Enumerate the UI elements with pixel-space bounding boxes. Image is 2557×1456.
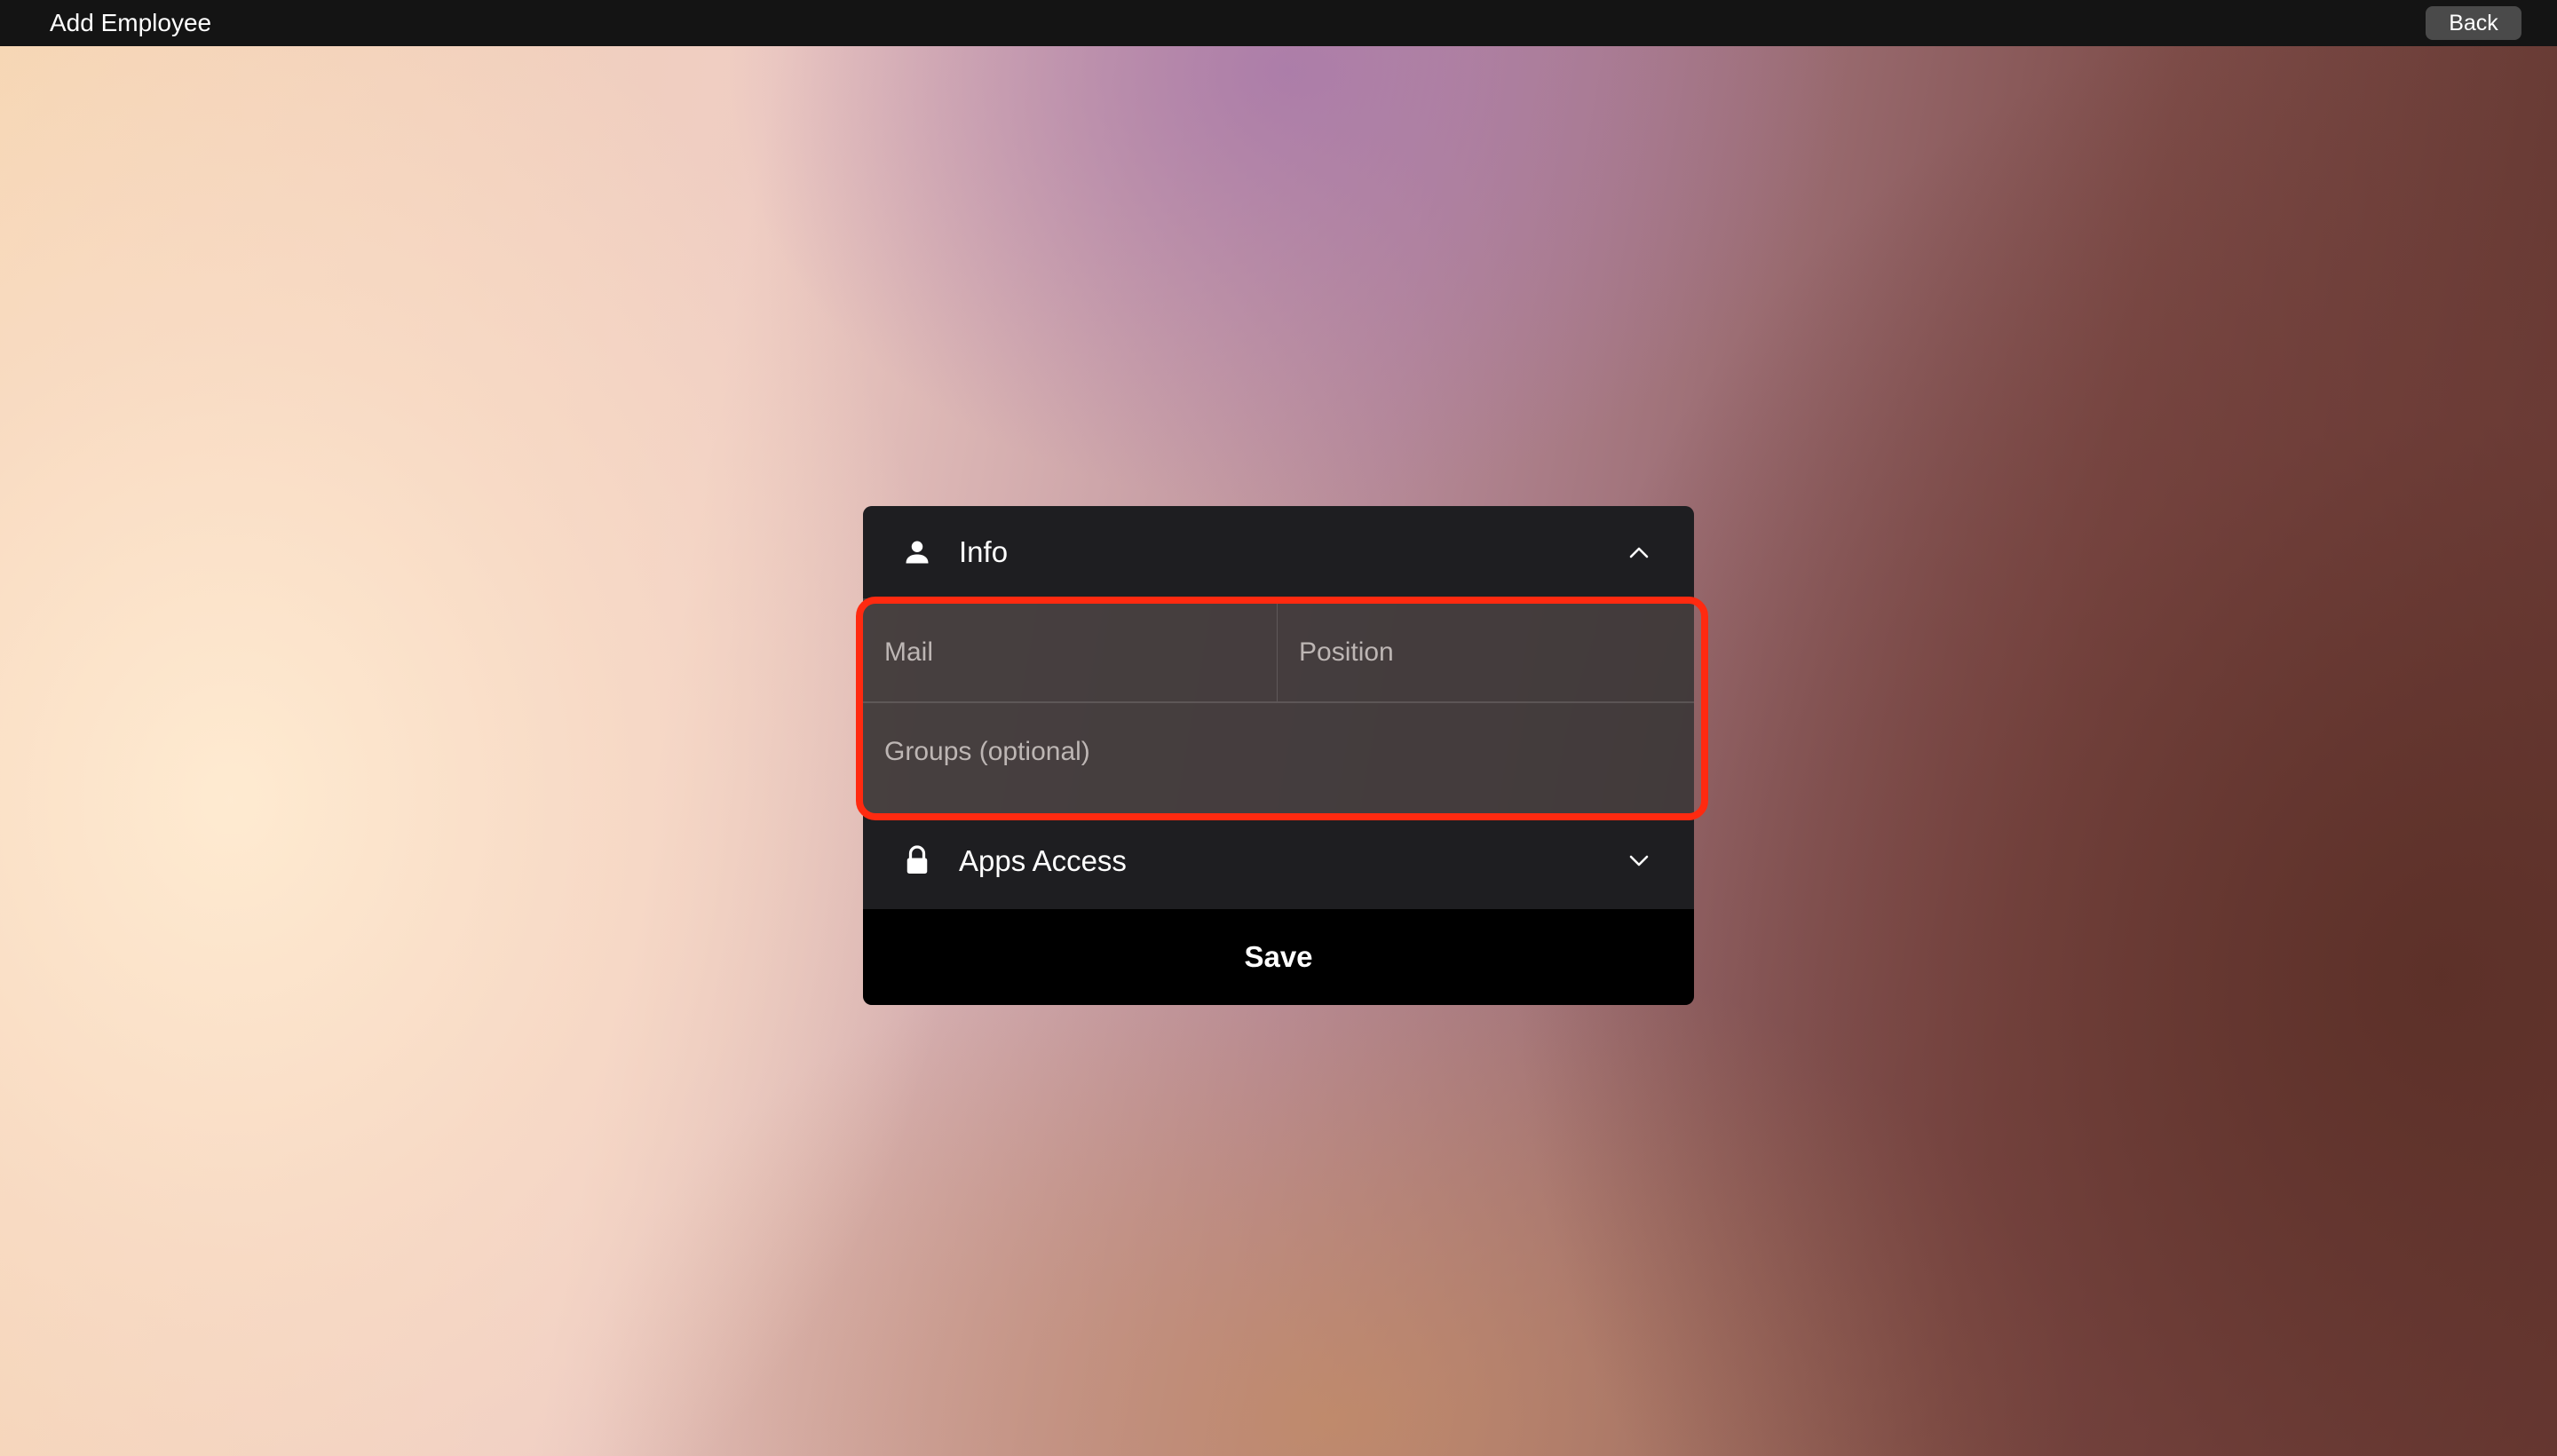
save-button[interactable]: Save — [863, 909, 1694, 1005]
info-section-header[interactable]: Info — [863, 506, 1694, 598]
employee-form-card: Info Mail Position Groups (optional) App… — [863, 506, 1694, 1005]
back-button[interactable]: Back — [2426, 6, 2521, 40]
info-fields: Mail Position Groups (optional) — [863, 598, 1694, 813]
lock-icon — [906, 845, 928, 874]
mail-field[interactable]: Mail — [863, 604, 1278, 701]
groups-placeholder: Groups (optional) — [884, 737, 1090, 766]
title-bar: Add Employee Back — [0, 0, 2557, 46]
mail-placeholder: Mail — [884, 637, 934, 667]
apps-access-section-header[interactable]: Apps Access — [863, 813, 1694, 909]
groups-field[interactable]: Groups (optional) — [863, 703, 1694, 801]
window-title: Add Employee — [50, 9, 212, 36]
info-section-label: Info — [959, 535, 1009, 568]
apps-access-section-label: Apps Access — [959, 844, 1127, 877]
chevron-up-icon[interactable] — [1628, 545, 1650, 559]
position-field[interactable]: Position — [1278, 604, 1694, 701]
person-icon — [906, 541, 929, 564]
chevron-down-icon[interactable] — [1628, 854, 1650, 868]
position-placeholder: Position — [1299, 637, 1394, 667]
